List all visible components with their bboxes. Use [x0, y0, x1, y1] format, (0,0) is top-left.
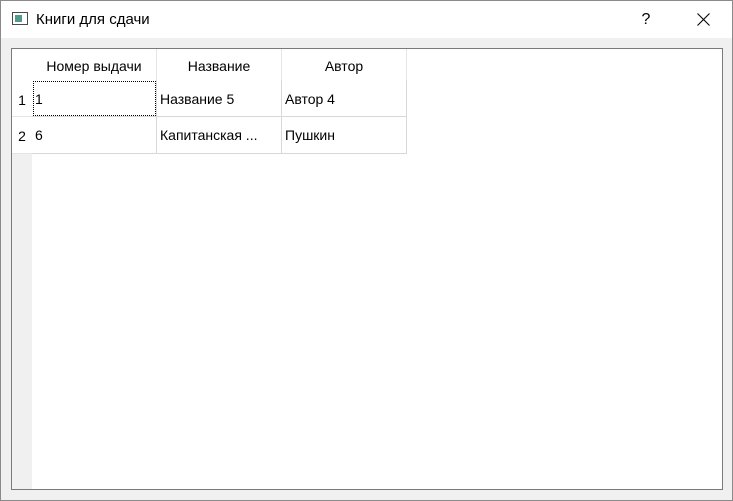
table-cell[interactable]: Пушкин: [282, 117, 407, 154]
window-title: Книги для сдачи: [36, 11, 150, 28]
table-cell[interactable]: Автор 4: [282, 80, 407, 117]
close-button[interactable]: [675, 1, 732, 38]
table-cell[interactable]: Название 5: [157, 80, 282, 117]
books-table[interactable]: Номер выдачи Название Автор 1 1 Название…: [11, 48, 723, 490]
row-header[interactable]: 1: [12, 80, 32, 117]
table-corner-button[interactable]: [12, 49, 32, 80]
dialog-window: Книги для сдачи ? Номер выдачи Название …: [0, 0, 733, 501]
table-cell[interactable]: Капитанская ...: [157, 117, 282, 154]
table-cell[interactable]: 1: [32, 80, 157, 117]
table-cell[interactable]: 6: [32, 117, 157, 154]
help-button[interactable]: ?: [617, 1, 675, 38]
title-bar[interactable]: Книги для сдачи ?: [1, 1, 732, 38]
row-header[interactable]: 2: [12, 117, 32, 154]
app-icon: [12, 12, 28, 25]
close-icon: [697, 13, 710, 26]
column-header-author[interactable]: Автор: [282, 49, 407, 80]
column-header-issue-number[interactable]: Номер выдачи: [32, 49, 157, 80]
column-header-title[interactable]: Название: [157, 49, 282, 80]
